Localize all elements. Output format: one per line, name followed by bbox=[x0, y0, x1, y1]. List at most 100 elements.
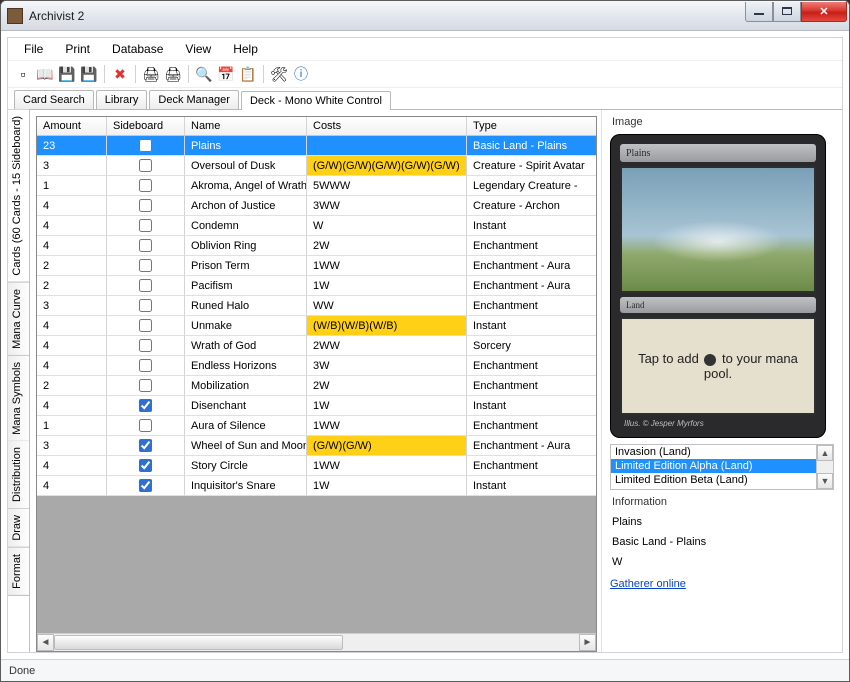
cell-type[interactable]: Instant bbox=[467, 396, 597, 416]
menu-database[interactable]: Database bbox=[102, 40, 173, 58]
sideboard-checkbox[interactable] bbox=[139, 139, 152, 152]
cell-amount[interactable]: 4 bbox=[37, 396, 107, 416]
cell-sideboard[interactable] bbox=[107, 176, 185, 196]
vtab-distribution[interactable]: Distribution bbox=[8, 441, 29, 509]
cell-costs[interactable]: 2WW bbox=[307, 336, 467, 356]
cell-name[interactable]: Aura of Silence bbox=[185, 416, 307, 436]
cell-type[interactable]: Enchantment - Aura bbox=[467, 436, 597, 456]
cell-costs[interactable]: 1WW bbox=[307, 456, 467, 476]
vtab-format[interactable]: Format bbox=[8, 548, 29, 596]
sideboard-checkbox[interactable] bbox=[139, 199, 152, 212]
clipboard-icon[interactable]: 📋 bbox=[239, 65, 257, 83]
tab-deck-current[interactable]: Deck - Mono White Control bbox=[241, 91, 391, 110]
set-item[interactable]: Limited Edition Alpha (Land) bbox=[611, 459, 816, 473]
table-row[interactable]: 1Aura of Silence1WWEnchantment bbox=[37, 416, 596, 436]
info-icon[interactable]: ⓘ bbox=[292, 65, 310, 83]
sideboard-checkbox[interactable] bbox=[139, 239, 152, 252]
cell-costs[interactable]: 5WWW bbox=[307, 176, 467, 196]
table-row[interactable]: 3Runed HaloWWEnchantment bbox=[37, 296, 596, 316]
cell-amount[interactable]: 3 bbox=[37, 436, 107, 456]
cell-sideboard[interactable] bbox=[107, 216, 185, 236]
cell-amount[interactable]: 2 bbox=[37, 376, 107, 396]
cell-amount[interactable]: 2 bbox=[37, 276, 107, 296]
scroll-up-icon[interactable]: ▲ bbox=[817, 445, 833, 461]
cell-name[interactable]: Endless Horizons bbox=[185, 356, 307, 376]
cell-type[interactable]: Enchantment bbox=[467, 296, 597, 316]
table-row[interactable]: 2Pacifism1WEnchantment - Aura bbox=[37, 276, 596, 296]
scroll-thumb[interactable] bbox=[54, 635, 343, 650]
cell-sideboard[interactable] bbox=[107, 156, 185, 176]
scroll-right-icon[interactable]: ► bbox=[579, 634, 596, 651]
cell-name[interactable]: Disenchant bbox=[185, 396, 307, 416]
cell-sideboard[interactable] bbox=[107, 316, 185, 336]
menu-help[interactable]: Help bbox=[223, 40, 268, 58]
table-row[interactable]: 4Endless Horizons3WEnchantment bbox=[37, 356, 596, 376]
cell-type[interactable]: Instant bbox=[467, 216, 597, 236]
cell-sideboard[interactable] bbox=[107, 356, 185, 376]
cell-type[interactable]: Enchantment - Aura bbox=[467, 256, 597, 276]
table-row[interactable]: 23PlainsBasic Land - Plains bbox=[37, 136, 596, 156]
cell-type[interactable]: Sorcery bbox=[467, 336, 597, 356]
cell-type[interactable]: Enchantment bbox=[467, 356, 597, 376]
cell-costs[interactable]: 1W bbox=[307, 476, 467, 496]
sideboard-checkbox[interactable] bbox=[139, 179, 152, 192]
col-costs[interactable]: Costs bbox=[307, 117, 467, 136]
cell-costs[interactable]: 2W bbox=[307, 376, 467, 396]
cell-costs[interactable]: WW bbox=[307, 296, 467, 316]
col-amount[interactable]: Amount bbox=[37, 117, 107, 136]
sideboard-checkbox[interactable] bbox=[139, 319, 152, 332]
table-row[interactable]: 4Oblivion Ring2WEnchantment bbox=[37, 236, 596, 256]
sideboard-checkbox[interactable] bbox=[139, 219, 152, 232]
menu-view[interactable]: View bbox=[175, 40, 221, 58]
cell-type[interactable]: Enchantment bbox=[467, 236, 597, 256]
table-row[interactable]: 2Mobilization2WEnchantment bbox=[37, 376, 596, 396]
cell-amount[interactable]: 4 bbox=[37, 336, 107, 356]
cell-costs[interactable]: 1WW bbox=[307, 416, 467, 436]
cell-amount[interactable]: 23 bbox=[37, 136, 107, 156]
cell-costs[interactable] bbox=[307, 136, 467, 156]
cell-sideboard[interactable] bbox=[107, 416, 185, 436]
scroll-left-icon[interactable]: ◄ bbox=[37, 634, 54, 651]
table-row[interactable]: 4Archon of Justice3WWCreature - Archon bbox=[37, 196, 596, 216]
cell-name[interactable]: Oversoul of Dusk bbox=[185, 156, 307, 176]
cell-sideboard[interactable] bbox=[107, 296, 185, 316]
vtab-mana-symbols[interactable]: Mana Symbols bbox=[8, 356, 29, 442]
sideboard-checkbox[interactable] bbox=[139, 159, 152, 172]
cell-costs[interactable]: 1WW bbox=[307, 256, 467, 276]
tab-deck-manager[interactable]: Deck Manager bbox=[149, 90, 239, 109]
cell-amount[interactable]: 1 bbox=[37, 416, 107, 436]
cell-costs[interactable]: (G/W)(G/W)(G/W)(G/W)(G/W) bbox=[307, 156, 467, 176]
gatherer-link[interactable]: Gatherer online bbox=[610, 578, 834, 590]
cell-name[interactable]: Plains bbox=[185, 136, 307, 156]
cell-sideboard[interactable] bbox=[107, 456, 185, 476]
sideboard-checkbox[interactable] bbox=[139, 459, 152, 472]
cell-name[interactable]: Inquisitor's Snare bbox=[185, 476, 307, 496]
set-item[interactable]: Invasion (Land) bbox=[611, 445, 816, 459]
cell-costs[interactable]: 3W bbox=[307, 356, 467, 376]
open-icon[interactable]: 📖 bbox=[36, 65, 54, 83]
calendar-icon[interactable]: 📅 bbox=[217, 65, 235, 83]
sideboard-checkbox[interactable] bbox=[139, 379, 152, 392]
vtab-draw[interactable]: Draw bbox=[8, 509, 29, 548]
col-name[interactable]: Name bbox=[185, 117, 307, 136]
cell-costs[interactable]: 1W bbox=[307, 276, 467, 296]
save-all-icon[interactable]: 💾 bbox=[80, 65, 98, 83]
close-button[interactable]: ✕ bbox=[801, 2, 847, 22]
sideboard-checkbox[interactable] bbox=[139, 439, 152, 452]
menu-file[interactable]: File bbox=[14, 40, 53, 58]
tab-card-search[interactable]: Card Search bbox=[14, 90, 94, 109]
cell-sideboard[interactable] bbox=[107, 196, 185, 216]
save-icon[interactable]: 💾 bbox=[58, 65, 76, 83]
cell-type[interactable]: Creature - Spirit Avatar bbox=[467, 156, 597, 176]
cell-type[interactable]: Creature - Archon bbox=[467, 196, 597, 216]
maximize-button[interactable] bbox=[773, 2, 801, 22]
cell-sideboard[interactable] bbox=[107, 396, 185, 416]
set-list[interactable]: Invasion (Land) Limited Edition Alpha (L… bbox=[610, 444, 834, 490]
sideboard-checkbox[interactable] bbox=[139, 359, 152, 372]
tab-library[interactable]: Library bbox=[96, 90, 148, 109]
cell-amount[interactable]: 4 bbox=[37, 236, 107, 256]
cell-name[interactable]: Story Circle bbox=[185, 456, 307, 476]
sideboard-checkbox[interactable] bbox=[139, 339, 152, 352]
cell-amount[interactable]: 4 bbox=[37, 316, 107, 336]
cell-sideboard[interactable] bbox=[107, 256, 185, 276]
